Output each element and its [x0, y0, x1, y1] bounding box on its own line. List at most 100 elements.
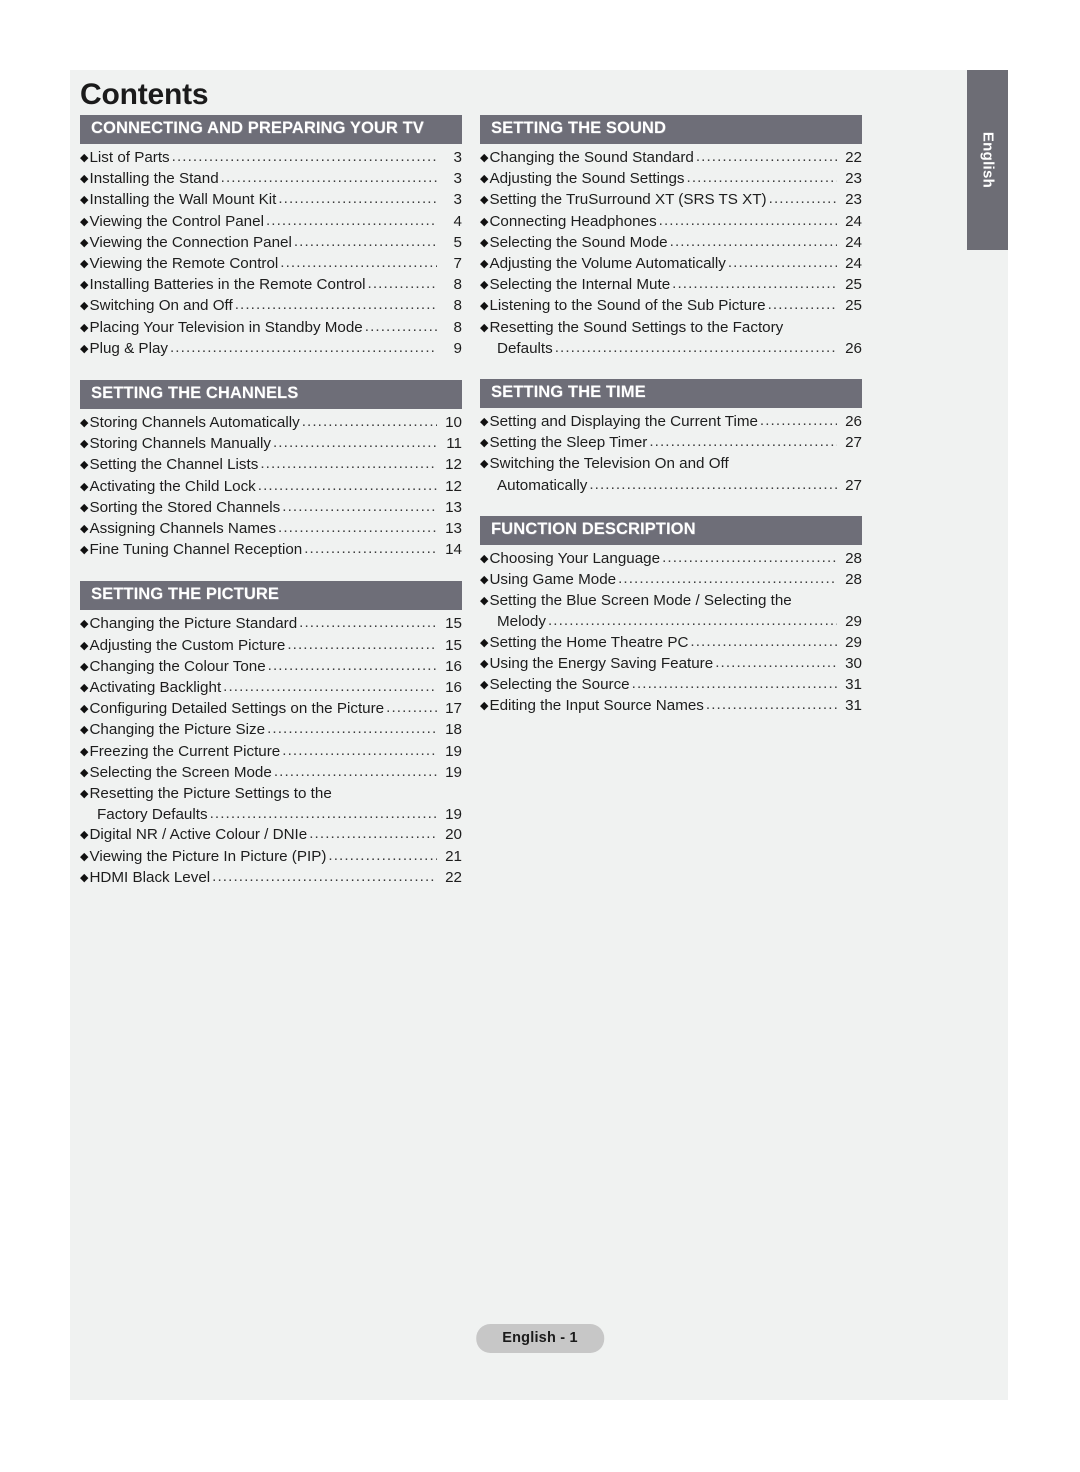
toc-entry[interactable]: ◆ Connecting Headphones..................… [480, 212, 862, 233]
toc-entry[interactable]: ◆ Storing Channels Automatically.........… [80, 413, 462, 434]
toc-page-number: 5 [453, 233, 462, 251]
toc-entry[interactable]: ◆ HDMI Black Level.......................… [80, 868, 462, 889]
toc-leader-dots: ........................................… [631, 675, 837, 693]
toc-section: SETTING THE TIME ◆ Setting and Displaying … [480, 379, 862, 496]
toc-entry[interactable]: ◆ Changing the Picture Size..............… [80, 720, 462, 741]
toc-leader-dots: ........................................… [265, 211, 437, 229]
toc-leader-dots: ........................................… [672, 275, 837, 293]
toc-entry-label: Automatically [497, 476, 588, 494]
diamond-bullet-icon: ◆ [80, 438, 89, 451]
toc-entry[interactable]: ◆ Changing the Colour Tone...............… [80, 657, 462, 678]
toc-entry[interactable]: ◆ Assigning Channels Names...............… [80, 519, 462, 540]
toc-entry[interactable]: ◆ Activating the Child Lock..............… [80, 477, 462, 498]
toc-entry[interactable]: ◆ Setting and Displaying the Current Time… [480, 412, 862, 433]
toc-entry[interactable]: ◆ Freezing the Current Picture...........… [80, 742, 462, 763]
toc-entry[interactable]: ◆ Using the Energy Saving Feature........… [480, 654, 862, 675]
toc-entry-label: Assigning Channels Names [89, 520, 277, 538]
toc-leader-dots: ........................................… [273, 762, 437, 780]
diamond-bullet-icon: ◆ [80, 639, 89, 652]
toc-entry[interactable]: ◆ Viewing the Connection Panel...........… [80, 233, 462, 254]
toc-entry[interactable]: ◆ Setting the Home Theatre PC............… [480, 633, 862, 654]
toc-entry[interactable]: ◆ Selecting the Source...................… [480, 675, 862, 696]
toc-entry[interactable]: ◆ Viewing the Picture In Picture (PIP)...… [80, 847, 462, 868]
toc-entry[interactable]: ◆ List of Parts..........................… [80, 148, 462, 169]
toc-entry-label: Adjusting the Custom Picture [89, 636, 286, 654]
toc-page-number: 21 [445, 847, 462, 865]
diamond-bullet-icon: ◆ [480, 300, 489, 313]
toc-entry[interactable]: ◆ Resetting the Sound Settings to the Fac… [480, 318, 862, 339]
toc-entry[interactable]: ◆ Adjusting the Custom Picture...........… [80, 636, 462, 657]
toc-leader-dots: ........................................… [304, 540, 437, 558]
toc-entry[interactable]: ◆ Adjusting the Volume Automatically.....… [480, 254, 862, 275]
toc-entry[interactable]: ◆ Placing Your Television in Standby Mode… [80, 318, 462, 339]
toc-leader-dots: ........................................… [272, 434, 437, 452]
toc-page-number: 9 [453, 339, 462, 357]
toc-entry[interactable]: ◆ Selecting the Sound Mode...............… [480, 233, 862, 254]
diamond-bullet-icon: ◆ [480, 236, 489, 249]
toc-entry[interactable]: ◆ Setting the Sleep Timer................… [480, 433, 862, 454]
toc-entry-label: Setting the Channel Lists [89, 456, 259, 474]
toc-entry[interactable]: ◆ Adjusting the Sound Settings...........… [480, 169, 862, 190]
diamond-bullet-icon: ◆ [80, 682, 89, 695]
toc-page-number: 22 [445, 868, 462, 886]
toc-entry-label: Viewing the Remote Control [89, 255, 279, 273]
toc-entry[interactable]: ◆ Changing the Sound Standard............… [480, 148, 862, 169]
toc-entry[interactable]: ◆ Setting the Channel Lists..............… [80, 455, 462, 476]
diamond-bullet-icon: ◆ [480, 321, 489, 334]
toc-entry[interactable]: ◆ Selecting the Screen Mode..............… [80, 763, 462, 784]
toc-entry[interactable]: ◆ Sorting the Stored Channels............… [80, 498, 462, 519]
toc-entry[interactable]: ◆Resetting the Picture Settings to the..… [80, 784, 462, 805]
page-title: Contents [80, 78, 209, 111]
toc-entry[interactable]: ◆ Installing Batteries in the Remote Cont… [80, 275, 462, 296]
toc-leader-dots: ........................................… [293, 232, 437, 250]
toc-entry[interactable]: ◆ Fine Tuning Channel Reception..........… [80, 540, 462, 561]
toc-entry[interactable]: Defaults................................… [480, 339, 862, 359]
diamond-bullet-icon: ◆ [80, 660, 89, 673]
toc-entry-label: Listening to the Sound of the Sub Pictur… [489, 297, 766, 315]
toc-leader-dots: ........................................… [257, 476, 437, 494]
toc-entry[interactable]: ◆ Installing the Wall Mount Kit..........… [80, 190, 462, 211]
toc-entry-list: ◆ Setting and Displaying the Current Time… [480, 408, 862, 496]
toc-entry[interactable]: ◆ Setting the TruSurround XT (SRS TS XT).… [480, 190, 862, 211]
toc-entry-label: Selecting the Internal Mute [489, 276, 671, 294]
diamond-bullet-icon: ◆ [80, 745, 89, 758]
toc-page-number: 24 [845, 255, 862, 273]
toc-entry[interactable]: ◆ Configuring Detailed Settings on the Pi… [80, 699, 462, 720]
toc-entry[interactable]: ◆ Setting the Blue Screen Mode / Selectin… [480, 591, 862, 612]
toc-column-right: SETTING THE SOUND ◆ Changing the Sound Sta… [480, 115, 862, 717]
toc-leader-dots: ........................................… [658, 211, 837, 229]
toc-leader-dots: ........................................… [169, 338, 437, 356]
toc-entry[interactable]: Melody..................................… [480, 612, 862, 632]
diamond-bullet-icon: ◆ [80, 342, 89, 355]
diamond-bullet-icon: ◆ [80, 258, 89, 271]
toc-page-number: 23 [845, 191, 862, 209]
toc-entry-label: Setting the TruSurround XT (SRS TS XT) [489, 191, 767, 209]
toc-page-number: 31 [845, 697, 862, 715]
toc-entry[interactable]: ◆ Viewing the Control Panel..............… [80, 212, 462, 233]
toc-entry[interactable]: ◆ Editing the Input Source Names.........… [480, 696, 862, 717]
toc-section-header: SETTING THE SOUND [480, 115, 862, 144]
toc-entry[interactable]: ◆ Activating Backlight...................… [80, 678, 462, 699]
toc-entry[interactable]: ◆ Viewing the Remote Control.............… [80, 254, 462, 275]
toc-entry[interactable]: ◆ Switching On and Off...................… [80, 296, 462, 317]
toc-entry[interactable]: ◆ Installing the Stand...................… [80, 169, 462, 190]
toc-entry[interactable]: ◆ Storing Channels Manually..............… [80, 434, 462, 455]
diamond-bullet-icon: ◆ [480, 215, 489, 228]
diamond-bullet-icon: ◆ [80, 236, 89, 249]
toc-entry[interactable]: Automatically...........................… [480, 476, 862, 496]
toc-entry[interactable]: ◆ Digital NR / Active Colour / DNIe......… [80, 825, 462, 846]
toc-entry[interactable]: ◆Switching the Television On and Off....… [480, 454, 862, 475]
toc-entry[interactable]: ◆ Plug & Play............................… [80, 339, 462, 360]
toc-entry-label: Connecting Headphones [489, 212, 657, 230]
toc-leader-dots: ........................................… [759, 412, 837, 430]
toc-entry[interactable]: ◆ Changing the Picture Standard..........… [80, 614, 462, 635]
toc-entry[interactable]: Factory Defaults........................… [80, 805, 462, 825]
toc-page-number: 3 [453, 149, 462, 166]
toc-entry[interactable]: ◆ Choosing Your Language.................… [480, 549, 862, 570]
toc-entry[interactable]: ◆ Listening to the Sound of the Sub Pictu… [480, 296, 862, 317]
diamond-bullet-icon: ◆ [80, 523, 89, 536]
toc-entry[interactable]: ◆ Selecting the Internal Mute............… [480, 275, 862, 296]
toc-page-number: 16 [445, 657, 462, 675]
toc-entry[interactable]: ◆ Using Game Mode........................… [480, 570, 862, 591]
